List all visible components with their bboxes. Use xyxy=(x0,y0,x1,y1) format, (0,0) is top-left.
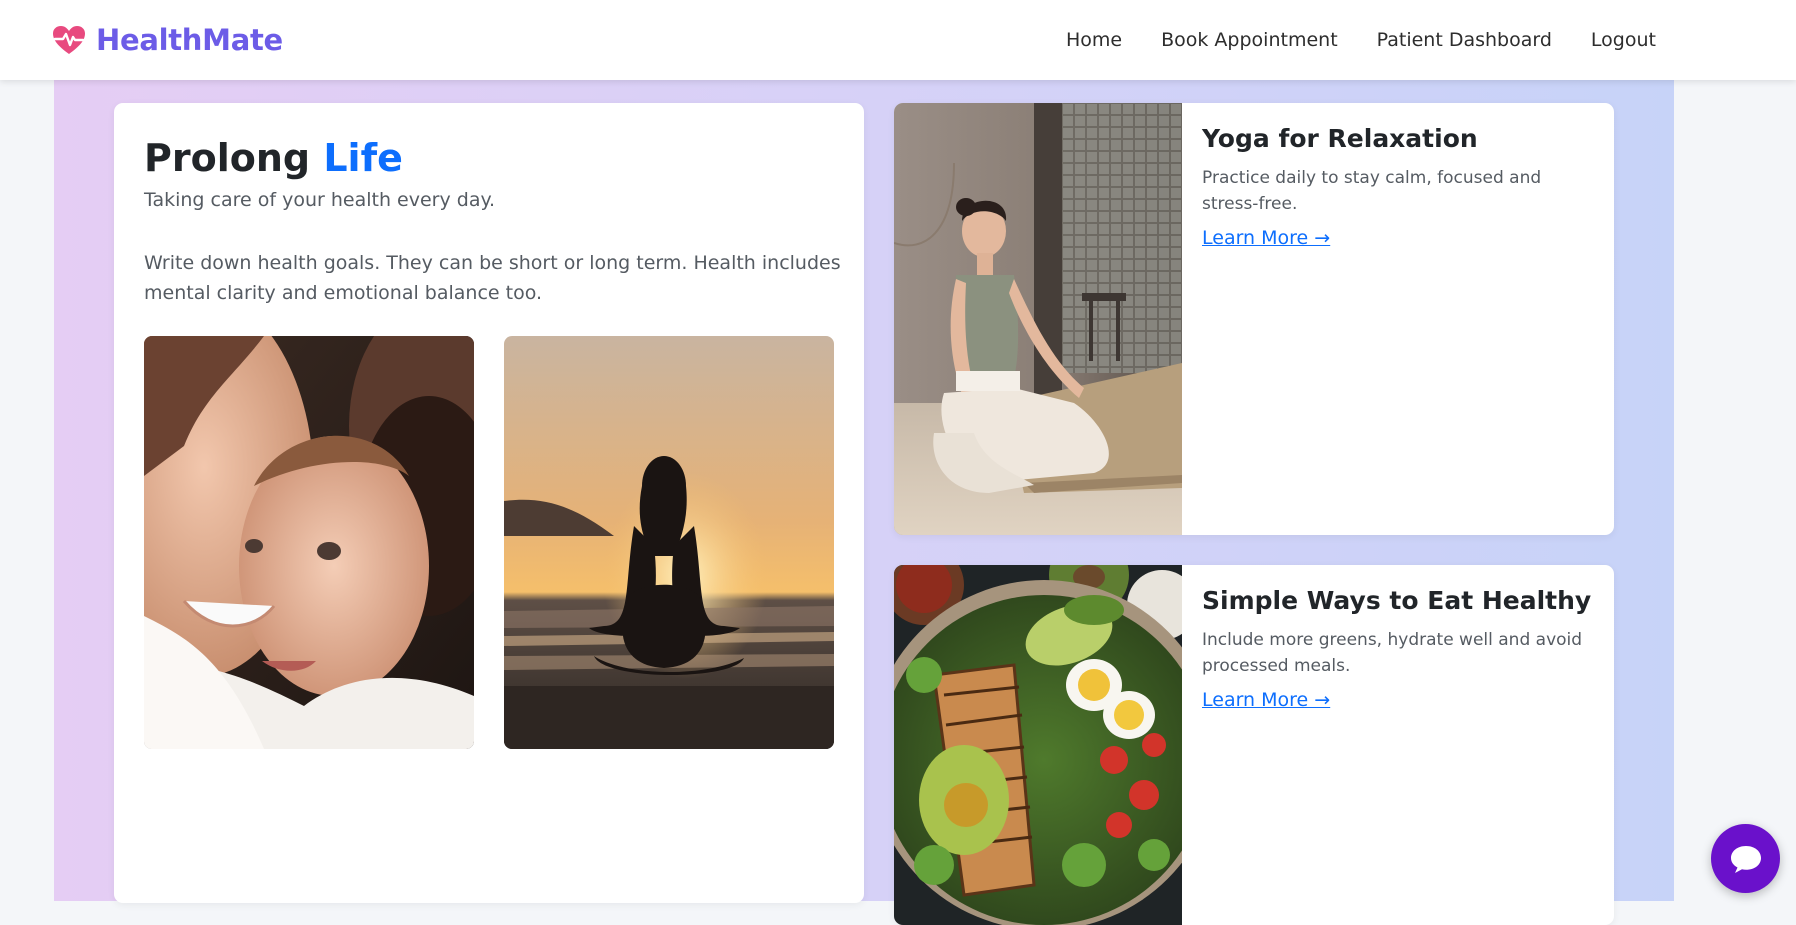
yoga-photo xyxy=(894,103,1182,535)
article-text: Include more greens, hydrate well and av… xyxy=(1202,630,1583,676)
meditation-sunset-photo xyxy=(504,336,834,749)
main-nav: Home Book Appointment Patient Dashboard … xyxy=(1066,0,1656,80)
nav-patient-dashboard-link[interactable]: Patient Dashboard xyxy=(1377,29,1552,51)
healthy-food-photo xyxy=(894,565,1182,925)
brand-name: HealthMate xyxy=(96,23,283,57)
hero-card: Prolong Life Taking care of your health … xyxy=(114,103,864,903)
chat-bubble-icon xyxy=(1730,845,1761,873)
nav-home-link[interactable]: Home xyxy=(1066,29,1122,51)
chat-button[interactable] xyxy=(1711,824,1780,893)
brand-logo-link[interactable]: HealthMate xyxy=(52,20,283,60)
yoga-photo-image xyxy=(894,103,1182,535)
article-content: Simple Ways to Eat Healthy Include more … xyxy=(1202,583,1602,711)
top-navbar: HealthMate Home Book Appointment Patient… xyxy=(0,0,1796,80)
hero-title: Prolong Life xyxy=(144,136,403,180)
article-title: Yoga for Relaxation xyxy=(1202,124,1478,153)
meditation-sunset-image xyxy=(504,336,834,749)
article-content: Yoga for Relaxation Practice daily to st… xyxy=(1202,121,1602,249)
article-title: Simple Ways to Eat Healthy xyxy=(1202,586,1592,615)
article-card-yoga: Yoga for Relaxation Practice daily to st… xyxy=(894,103,1614,535)
heart-pulse-icon xyxy=(53,26,85,54)
family-photo-image xyxy=(144,336,474,749)
family-photo xyxy=(144,336,474,749)
healthy-food-image xyxy=(894,565,1182,925)
nav-book-appointment-link[interactable]: Book Appointment xyxy=(1161,29,1338,51)
hero-title-plain: Prolong xyxy=(144,136,311,180)
hero-title-accent: Life xyxy=(323,136,403,180)
learn-more-link-eat-healthy[interactable]: Learn More → xyxy=(1202,689,1330,711)
nav-logout-link[interactable]: Logout xyxy=(1591,29,1656,51)
hero-body-text: Write down health goals. They can be sho… xyxy=(144,252,841,304)
article-card-eat-healthy: Simple Ways to Eat Healthy Include more … xyxy=(894,565,1614,925)
learn-more-link-yoga[interactable]: Learn More → xyxy=(1202,227,1330,249)
article-text: Practice daily to stay calm, focused and… xyxy=(1202,168,1542,214)
hero-subtitle: Taking care of your health every day. xyxy=(144,189,496,211)
